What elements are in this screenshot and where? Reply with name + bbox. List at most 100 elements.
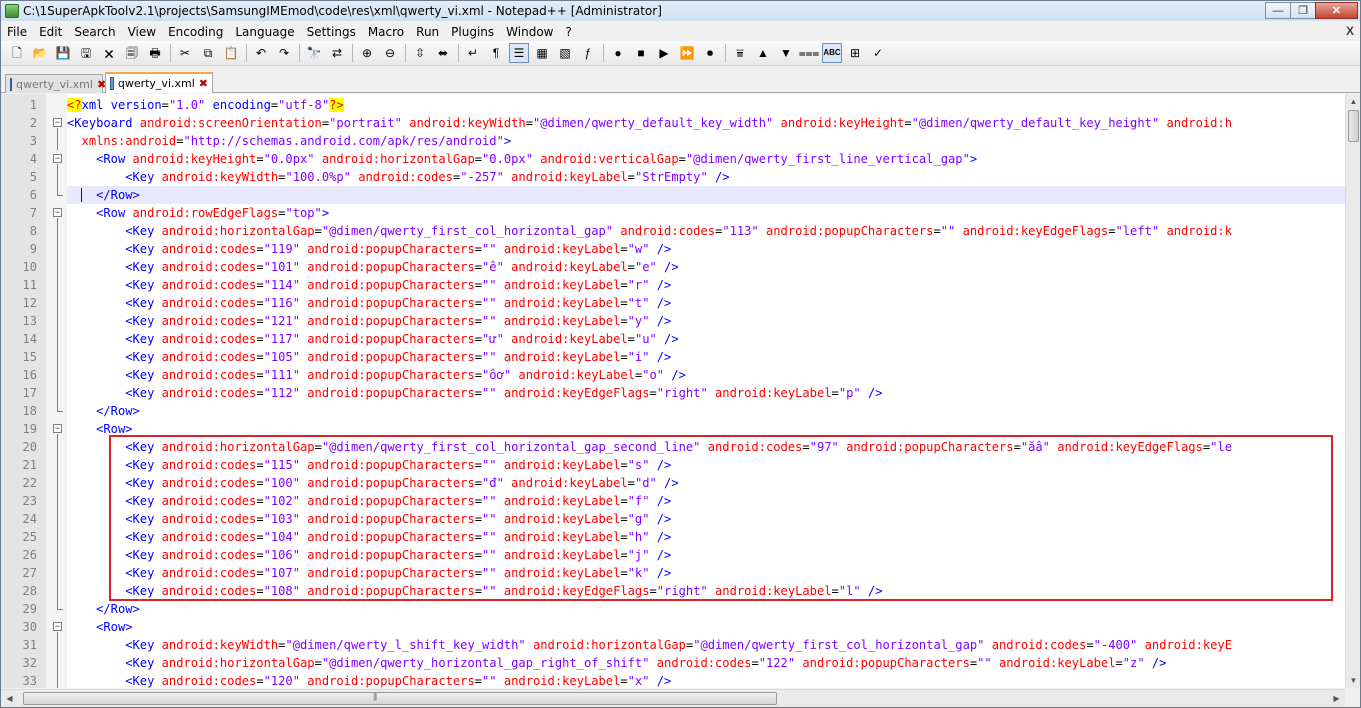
record-macro-icon[interactable]: ● bbox=[608, 43, 628, 63]
code-line[interactable]: <?xml version="1.0" encoding="utf-8"?> bbox=[67, 96, 1347, 114]
tab-qwerty-vi-2[interactable]: qwerty_vi.xml ✖ bbox=[105, 72, 213, 93]
code-line[interactable]: <Key android:codes="112" android:popupCh… bbox=[67, 384, 1347, 402]
vertical-scroll-thumb[interactable] bbox=[1348, 110, 1359, 142]
code-line[interactable]: <Key android:codes="114" android:popupCh… bbox=[67, 276, 1347, 294]
sync-vertical-icon[interactable]: ⇳ bbox=[410, 43, 430, 63]
code-line[interactable]: <Key android:codes="102" android:popupCh… bbox=[67, 492, 1347, 510]
replace-icon[interactable]: ⇄ bbox=[327, 43, 347, 63]
fold-collapse-icon[interactable]: − bbox=[53, 424, 62, 433]
autocorrect-icon[interactable]: ✓ bbox=[868, 43, 888, 63]
scroll-down-icon[interactable]: ▼ bbox=[1346, 673, 1361, 688]
code-line[interactable]: <Key android:horizontalGap="@dimen/qwert… bbox=[67, 438, 1347, 456]
code-line[interactable]: <Key android:codes="120" android:popupCh… bbox=[67, 672, 1347, 688]
title-bar[interactable]: C:\1SuperApkToolv2.1\projects\SamsungIME… bbox=[1, 1, 1360, 21]
code-line[interactable]: <Key android:codes="111" android:popupCh… bbox=[67, 366, 1347, 384]
next-bookmark-icon[interactable]: ▼ bbox=[776, 43, 796, 63]
code-line[interactable]: <Key android:keyWidth = "100.0%p" android:… bbox=[67, 168, 1347, 186]
menu-help[interactable]: ? bbox=[559, 25, 577, 39]
paste-icon[interactable]: 📋 bbox=[221, 43, 241, 63]
menu-run[interactable]: Run bbox=[410, 25, 445, 39]
code-line[interactable]: <Key android:codes="100" android:popupCh… bbox=[67, 474, 1347, 492]
prev-bookmark-icon[interactable]: ▲ bbox=[753, 43, 773, 63]
save-icon[interactable]: 💾 bbox=[53, 43, 73, 63]
code-line[interactable]: </Row> bbox=[67, 402, 1347, 420]
scroll-left-icon[interactable]: ◀ bbox=[1, 690, 18, 707]
code-editor[interactable]: 1 2 3 4 5 6 7 8 9 10 11 12 13 14 15 16 17 18 19 20 21 22 23 24 2… bbox=[1, 94, 1360, 688]
code-line[interactable]: <Key android:codes="121" android:popupCh… bbox=[67, 312, 1347, 330]
fold-collapse-icon[interactable]: − bbox=[53, 118, 62, 127]
menu-plugins[interactable]: Plugins bbox=[445, 25, 500, 39]
open-file-icon[interactable]: 📂 bbox=[30, 43, 50, 63]
code-line[interactable]: <Key android:keyWidth = "@dimen/qwerty_l_s… bbox=[67, 636, 1347, 654]
code-line[interactable]: <Key android:codes="105" android:popupCh… bbox=[67, 348, 1347, 366]
code-line[interactable]: <Key android:codes="108" android:popupCh… bbox=[67, 582, 1347, 600]
code-line[interactable]: <Key android:codes="101" android:popupCh… bbox=[67, 258, 1347, 276]
copy-icon[interactable]: ⧉ bbox=[198, 43, 218, 63]
close-window-button[interactable]: ✕ bbox=[1315, 2, 1358, 19]
code-line[interactable]: </Row> bbox=[67, 186, 1347, 204]
code-line[interactable]: <Key android:codes="104" android:popupCh… bbox=[67, 528, 1347, 546]
code-line[interactable]: <Row android:rowEdgeFlags="top"> bbox=[67, 204, 1347, 222]
fold-collapse-icon[interactable]: − bbox=[53, 154, 62, 163]
menu-window[interactable]: Window bbox=[500, 25, 559, 39]
vertical-scrollbar[interactable]: ▲ ▼ bbox=[1345, 94, 1360, 688]
maximize-button[interactable]: ❐ bbox=[1290, 2, 1316, 19]
menu-file[interactable]: File bbox=[1, 25, 33, 39]
code-line[interactable]: <Row> bbox=[67, 420, 1347, 438]
code-line[interactable]: <Key android:codes="107" android:popupCh… bbox=[67, 564, 1347, 582]
save-all-icon[interactable]: 🖫 bbox=[76, 43, 96, 63]
code-line[interactable]: <Key android:codes="119" android:popupCh… bbox=[67, 240, 1347, 258]
close-file-icon[interactable]: 🗙 bbox=[99, 43, 119, 63]
close-document-icon[interactable]: X bbox=[1346, 24, 1354, 38]
indent-guide-icon[interactable]: ☰ bbox=[509, 43, 529, 63]
find-icon[interactable]: 🔭 bbox=[304, 43, 324, 63]
stop-recording-icon[interactable]: ■ bbox=[631, 43, 651, 63]
sync-horizontal-icon[interactable]: ⬌ bbox=[433, 43, 453, 63]
undo-icon[interactable]: ↶ bbox=[251, 43, 271, 63]
user-defined-language-icon[interactable]: ▦ bbox=[532, 43, 552, 63]
save-macro-icon[interactable]: ⏺ bbox=[700, 43, 720, 63]
menu-edit[interactable]: Edit bbox=[33, 25, 68, 39]
code-line[interactable]: <Key android:codes="115" android:popupCh… bbox=[67, 456, 1347, 474]
cut-icon[interactable]: ✂ bbox=[175, 43, 195, 63]
menu-view[interactable]: View bbox=[122, 25, 162, 39]
horizontal-scroll-thumb[interactable] bbox=[23, 692, 777, 705]
tab-qwerty-vi-1[interactable]: qwerty_vi.xml ✖ bbox=[5, 74, 106, 93]
redo-icon[interactable]: ↷ bbox=[274, 43, 294, 63]
menu-encoding[interactable]: Encoding bbox=[162, 25, 229, 39]
clear-bookmarks-icon[interactable]: ⩶ bbox=[799, 43, 820, 63]
code-line[interactable]: <Row android:keyHeight="0.0px" android:h… bbox=[67, 150, 1347, 168]
fold-collapse-icon[interactable]: − bbox=[53, 208, 62, 217]
word-wrap-icon[interactable]: ↵ bbox=[463, 43, 483, 63]
close-all-icon[interactable]: 🗐 bbox=[122, 43, 142, 63]
code-line[interactable]: <Key android:codes="117" android:popupCh… bbox=[67, 330, 1347, 348]
zoom-in-icon[interactable]: ⊕ bbox=[357, 43, 377, 63]
menu-settings[interactable]: Settings bbox=[301, 25, 362, 39]
spell-options-icon[interactable]: ⊞ bbox=[845, 43, 865, 63]
tab-close-icon[interactable]: ✖ bbox=[199, 77, 208, 90]
scroll-up-icon[interactable]: ▲ bbox=[1346, 94, 1361, 109]
menu-search[interactable]: Search bbox=[68, 25, 121, 39]
menu-macro[interactable]: Macro bbox=[362, 25, 410, 39]
horizontal-scrollbar[interactable]: ◀ ||| ▶ bbox=[1, 689, 1345, 707]
code-line[interactable]: <Key android:codes="106" android:popupCh… bbox=[67, 546, 1347, 564]
run-macro-multiple-icon[interactable]: ⏩ bbox=[677, 43, 697, 63]
menu-language[interactable]: Language bbox=[229, 25, 300, 39]
code-line[interactable]: xmlns:android="http://schemas.android.co… bbox=[67, 132, 1347, 150]
spell-check-icon[interactable]: ABC bbox=[822, 43, 842, 63]
code-line[interactable]: <Row> bbox=[67, 618, 1347, 636]
minimize-button[interactable]: — bbox=[1265, 2, 1291, 19]
zoom-out-icon[interactable]: ⊖ bbox=[380, 43, 400, 63]
code-line[interactable]: </Row> bbox=[67, 600, 1347, 618]
code-line[interactable]: <Keyboard android:screenOrientation = "por… bbox=[67, 114, 1347, 132]
code-line[interactable]: <Key android:horizontalGap="@dimen/qwert… bbox=[67, 222, 1347, 240]
code-line[interactable]: <Key android:horizontalGap="@dimen/qwert… bbox=[67, 654, 1347, 672]
code-line[interactable]: <Key android:codes="103" android:popupCh… bbox=[67, 510, 1347, 528]
new-file-icon[interactable]: 🗋 bbox=[7, 43, 27, 63]
playback-macro-icon[interactable]: ▶ bbox=[654, 43, 674, 63]
print-icon[interactable]: 🖶 bbox=[145, 43, 165, 63]
toggle-bookmark-icon[interactable]: ⩸ bbox=[730, 43, 750, 63]
function-list-icon[interactable]: ƒ bbox=[578, 43, 598, 63]
editor-text-area[interactable]: <?xml version = "1.0" encoding = "utf-8"?> <K… bbox=[67, 94, 1347, 688]
fold-collapse-icon[interactable]: − bbox=[53, 622, 62, 631]
